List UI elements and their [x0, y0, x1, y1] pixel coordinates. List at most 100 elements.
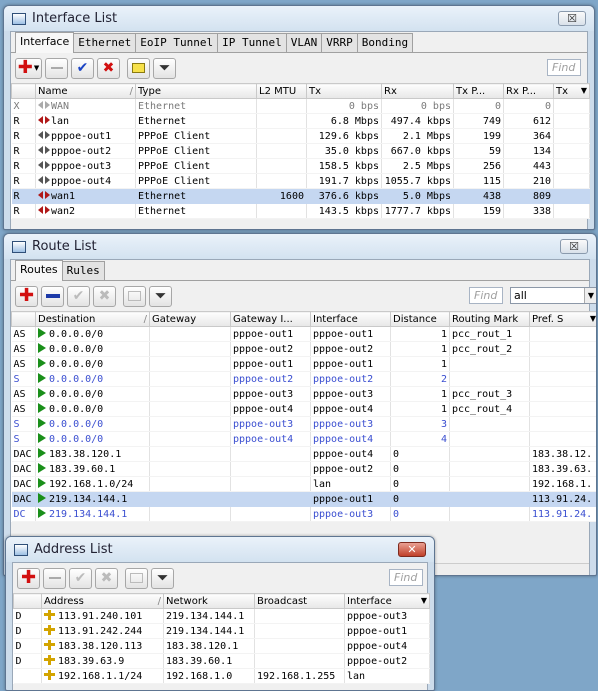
address-list-titlebar[interactable]: Address List ✕ — [6, 537, 434, 562]
comment-address-button[interactable] — [125, 567, 148, 589]
col-type[interactable]: Type — [135, 83, 257, 99]
route-row[interactable]: DAC 219.134.144.1 pppoe-out1 0 113.91.24. — [11, 491, 596, 507]
interface-row[interactable]: Rlan Ethernet 6.8 Mbps 497.4 kbps 749 612 — [11, 113, 590, 129]
disable-address-button[interactable]: ✖ — [95, 567, 118, 589]
route-row[interactable]: AS 0.0.0.0/0 pppoe-out3 pppoe-out3 1 pcc_rout… — [11, 386, 596, 402]
route-gateway-interface — [230, 491, 311, 507]
tab-bonding[interactable]: Bonding — [356, 33, 414, 52]
interface-row[interactable]: Rpppoe-out3 PPPoE Client 158.5 kbps 2.5 Mbp… — [11, 158, 590, 174]
col-name[interactable]: Name / — [35, 83, 136, 99]
comment-route-button[interactable] — [123, 285, 146, 307]
col-l2mtu[interactable]: L2 MTU — [256, 83, 307, 99]
tab-vlan[interactable]: VLAN — [285, 33, 323, 52]
disable-button[interactable]: ✖ — [97, 57, 120, 79]
col-flag[interactable] — [11, 83, 36, 99]
find-input[interactable]: Find — [547, 59, 581, 76]
route-row[interactable]: S 0.0.0.0/0 pppoe-out3 pppoe-out3 3 — [11, 416, 596, 432]
route-gateway — [149, 446, 231, 462]
col-broadcast[interactable]: Broadcast — [254, 593, 345, 609]
route-filter-select[interactable]: all ▼ — [510, 287, 596, 304]
interface-row[interactable]: Rpppoe-out4 PPPoE Client 191.7 kbps 1055.7 … — [11, 173, 590, 189]
route-destination: 0.0.0.0/0 — [49, 329, 104, 340]
col-tx-drops[interactable]: Tx ▼ — [553, 83, 590, 99]
route-gateway-interface: pppoe-out1 — [230, 356, 311, 372]
route-row[interactable]: DAC 183.38.120.1 pppoe-out4 0 183.38.12. — [11, 446, 596, 462]
col-network[interactable]: Network — [163, 593, 255, 609]
find-address-input[interactable]: Find — [389, 569, 423, 586]
route-row[interactable]: DC 219.134.144.1 pppoe-out3 0 113.91.24. — [11, 506, 596, 522]
route-destination-cell: 219.134.144.1 — [35, 491, 150, 507]
route-row[interactable]: DAC 183.39.60.1 pppoe-out2 0 183.39.63. — [11, 461, 596, 477]
filter-route-button[interactable]: ⏷ — [149, 285, 172, 307]
col-rx[interactable]: Rx — [381, 83, 454, 99]
remove-route-button[interactable] — [41, 285, 64, 307]
col-tx-packets[interactable]: Tx P... — [453, 83, 504, 99]
tab-rules[interactable]: Rules — [61, 261, 105, 280]
interface-row[interactable]: Rpppoe-out1 PPPoE Client 129.6 kbps 2.1 Mbp… — [11, 128, 590, 144]
col-flag[interactable] — [13, 593, 42, 609]
add-button[interactable]: ✚ ▼ — [15, 57, 42, 79]
col-rx-packets[interactable]: Rx P... — [503, 83, 554, 99]
tab-routes[interactable]: Routes — [15, 260, 63, 281]
col-tx[interactable]: Tx — [306, 83, 382, 99]
interface-list-close-button[interactable]: ☒ — [558, 11, 586, 26]
address-row[interactable]: 192.168.1.1/24 192.168.1.0 192.168.1.255 la… — [13, 668, 430, 684]
col-gateway[interactable]: Gateway — [149, 311, 231, 327]
address-row[interactable]: D 183.38.120.113 183.38.120.1 pppoe-out4 — [13, 638, 430, 654]
col-pref-source[interactable]: Pref. S ▼ — [529, 311, 596, 327]
route-list-close-button[interactable]: ☒ — [560, 239, 588, 254]
find-route-input[interactable]: Find — [469, 287, 503, 304]
col-interface[interactable]: Interface — [310, 311, 391, 327]
interface-l2mtu — [256, 143, 307, 159]
route-routing-mark — [449, 491, 530, 507]
col-destination[interactable]: Destination / — [35, 311, 150, 327]
route-play-icon — [38, 403, 46, 413]
route-table: Destination / Gateway Gateway I... Interf… — [11, 311, 596, 522]
route-routing-mark: pcc_rout_3 — [449, 386, 530, 402]
address-row[interactable]: D 113.91.242.244 219.134.144.1 pppoe-out1 — [13, 623, 430, 639]
col-routing-mark[interactable]: Routing Mark — [449, 311, 530, 327]
interface-row[interactable]: X WAN Ethernet 0 bps 0 bps 0 0 — [11, 98, 590, 114]
interface-list-titlebar[interactable]: Interface List ☒ — [4, 6, 594, 31]
col-gateway-interface[interactable]: Gateway I... — [230, 311, 311, 327]
col-flag[interactable] — [11, 311, 36, 327]
enable-address-button[interactable]: ✔ — [69, 567, 92, 589]
tab-ip-tunnel[interactable]: IP Tunnel — [217, 33, 287, 52]
route-list-titlebar[interactable]: Route List ☒ — [4, 234, 596, 259]
comment-button[interactable] — [127, 57, 150, 79]
add-address-button[interactable]: ✚ — [17, 567, 40, 589]
route-row[interactable]: AS 0.0.0.0/0 pppoe-out2 pppoe-out2 1 pcc_rout… — [11, 341, 596, 357]
route-row[interactable]: AS 0.0.0.0/0 pppoe-out1 pppoe-out1 1 pcc_rout… — [11, 326, 596, 342]
interface-name: pppoe-out1 — [51, 130, 112, 142]
route-destination-cell: 0.0.0.0/0 — [35, 326, 150, 342]
address-list-close-button[interactable]: ✕ — [398, 542, 426, 557]
filter-button[interactable]: ⏷ — [153, 57, 176, 79]
tab-eoip-tunnel[interactable]: EoIP Tunnel — [135, 33, 219, 52]
col-address[interactable]: Address / — [41, 593, 164, 609]
add-route-button[interactable]: ✚ — [15, 285, 38, 307]
remove-button[interactable] — [45, 57, 68, 79]
interface-rx-packets: 443 — [503, 158, 554, 174]
disable-route-button[interactable]: ✖ — [93, 285, 116, 307]
interface-row[interactable]: Rwan1 Ethernet 1600 376.6 kbps 5.0 Mbps 438 80… — [11, 188, 590, 204]
remove-address-button[interactable] — [43, 567, 66, 589]
col-distance[interactable]: Distance — [390, 311, 450, 327]
interface-row[interactable]: Rpppoe-out2 PPPoE Client 35.0 kbps 667.0 kb… — [11, 143, 590, 159]
route-row[interactable]: S 0.0.0.0/0 pppoe-out2 pppoe-out2 2 — [11, 371, 596, 387]
tab-vrrp[interactable]: VRRP — [321, 33, 358, 52]
route-row[interactable]: AS 0.0.0.0/0 pppoe-out4 pppoe-out4 1 pcc_rout… — [11, 401, 596, 417]
filter-address-button[interactable]: ⏷ — [151, 567, 174, 589]
route-row[interactable]: DAC 192.168.1.0/24 lan 0 192.168.1. — [11, 476, 596, 492]
route-row[interactable]: AS 0.0.0.0/0 pppoe-out1 pppoe-out1 1 — [11, 356, 596, 372]
route-row[interactable]: S 0.0.0.0/0 pppoe-out4 pppoe-out4 4 — [11, 431, 596, 447]
interface-row[interactable]: Rwan2 Ethernet 143.5 kbps 1777.7 kbps 159 338 — [11, 203, 590, 219]
address-row[interactable]: D 113.91.240.101 219.134.144.1 pppoe-out3 — [13, 608, 430, 624]
col-interface[interactable]: Interface ▼ — [344, 593, 430, 609]
enable-route-button[interactable]: ✔ — [67, 285, 90, 307]
route-list-window: Route List ☒ Routes Rules ✚ ✔ ✖ ⏷ Find a… — [3, 233, 597, 576]
tab-interface[interactable]: Interface — [15, 32, 75, 53]
enable-button[interactable]: ✔ — [71, 57, 94, 79]
address-row[interactable]: D 183.39.63.9 183.39.60.1 pppoe-out2 — [13, 653, 430, 669]
tab-ethernet[interactable]: Ethernet — [73, 33, 137, 52]
interface-tx-drops — [553, 203, 590, 219]
